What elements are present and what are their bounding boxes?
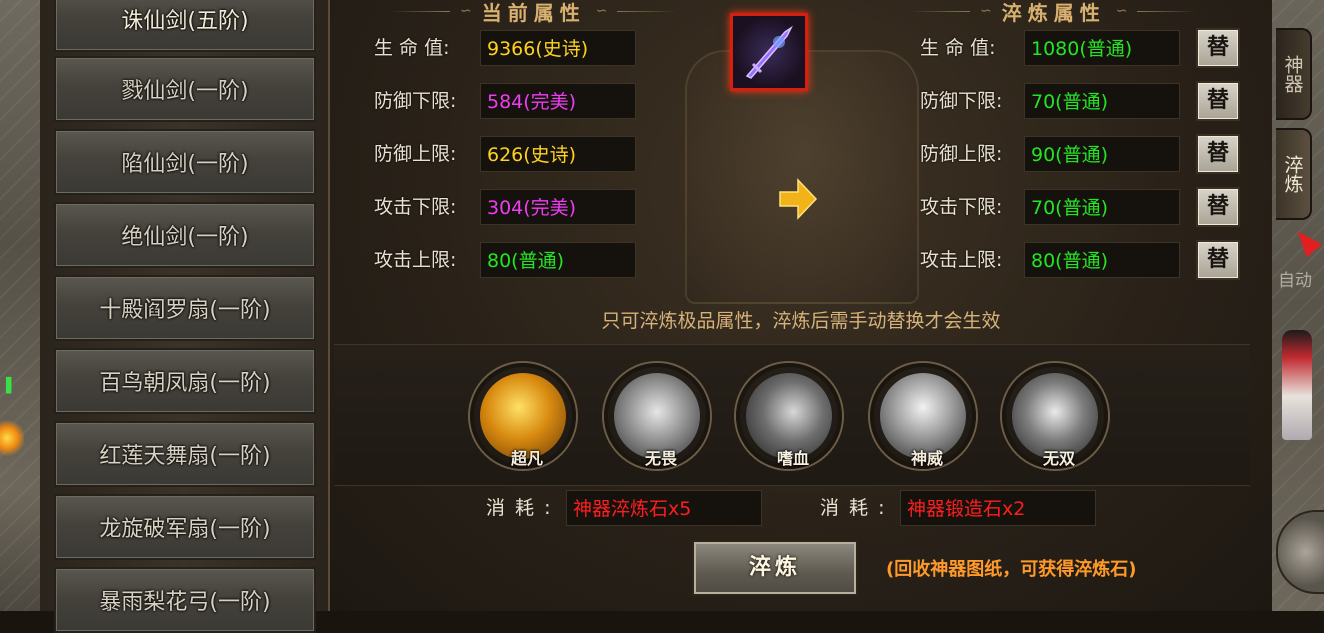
replace-atk-min-button[interactable]: 替	[1196, 187, 1240, 227]
npc-character	[1282, 330, 1312, 440]
refine-button[interactable]: 淬炼	[692, 540, 858, 596]
current-def-min-label: 防御下限:	[374, 90, 457, 112]
tab-refine[interactable]: 淬炼	[1276, 128, 1312, 220]
weapon-item-xianxian[interactable]: 陷仙剑(一阶)	[54, 129, 316, 195]
current-hp-label: 生 命 值:	[374, 37, 450, 59]
tab-artifact[interactable]: 神器	[1276, 28, 1312, 120]
skill-wushuang-label: 无双	[1042, 449, 1075, 468]
cost-value-2: 神器锻造石x2	[900, 490, 1096, 526]
skill-chaofan-label: 超凡	[510, 449, 543, 468]
refined-atk-min-label: 攻击下限:	[920, 196, 1003, 218]
weapon-list: 诛仙剑(五阶) 戮仙剑(一阶) 陷仙剑(一阶) 绝仙剑(一阶) 十殿阎罗扇(一阶…	[40, 0, 330, 633]
current-atk-max-value: 80(普通)	[480, 242, 636, 278]
weapon-item-luxian[interactable]: 戮仙剑(一阶)	[54, 56, 316, 122]
pointer-arrow-icon	[1289, 224, 1323, 258]
weapon-item-zhuxian[interactable]: 诛仙剑(五阶)	[54, 0, 316, 52]
refined-atk-min-value: 70(普通)	[1024, 189, 1180, 225]
refine-panel: ∽ 当前属性 ∽ ∽ 淬炼属性 ∽ 生 命 值: 9366(史诗) 防御下限: 584(…	[330, 0, 1272, 611]
current-atk-min-label: 攻击下限:	[374, 196, 457, 218]
refined-atk-max-value: 80(普通)	[1024, 242, 1180, 278]
replace-def-min-button[interactable]: 替	[1196, 81, 1240, 121]
current-def-max-value: 626(史诗)	[480, 136, 636, 172]
refine-hint: 只可淬炼极品属性，淬炼后需手动替换才会生效	[601, 310, 1001, 332]
current-atk-min-value: 304(完美)	[480, 189, 636, 225]
skill-shixue[interactable]: 嗜血	[736, 363, 842, 469]
skill-panel: 超凡 无畏 嗜血 神威 无双	[334, 344, 1250, 486]
refined-def-min-label: 防御下限:	[920, 90, 1003, 112]
current-def-min-value: 584(完美)	[480, 83, 636, 119]
refined-hp-label: 生 命 值:	[920, 37, 996, 59]
weapon-item-longxuan[interactable]: 龙旋破军扇(一阶)	[54, 494, 316, 560]
world-marker: ▌	[6, 378, 17, 394]
current-stats-title-text: 当前属性	[481, 0, 586, 25]
refined-def-max-value: 90(普通)	[1024, 136, 1180, 172]
world-fire-effect	[0, 418, 24, 458]
weapon-item-baoyu[interactable]: 暴雨梨花弓(一阶)	[54, 567, 316, 633]
skill-wuwei[interactable]: 无畏	[604, 363, 710, 469]
refined-atk-max-label: 攻击上限:	[920, 249, 1003, 271]
replace-def-max-button[interactable]: 替	[1196, 134, 1240, 174]
artifact-icon[interactable]	[730, 13, 808, 91]
skill-shenwei-label: 神威	[910, 449, 943, 468]
replace-hp-button[interactable]: 替	[1196, 28, 1240, 68]
skill-wuwei-label: 无畏	[644, 449, 677, 468]
weapon-item-honglian[interactable]: 红莲天舞扇(一阶)	[54, 421, 316, 487]
skill-wushuang[interactable]: 无双	[1002, 363, 1108, 469]
refined-def-min-value: 70(普通)	[1024, 83, 1180, 119]
recycle-note: (回收神器图纸，可获得淬炼石)	[886, 559, 1137, 580]
side-panel: 神器 淬炼 自动	[1272, 0, 1324, 611]
replace-atk-max-button[interactable]: 替	[1196, 240, 1240, 280]
current-hp-value: 9366(史诗)	[480, 30, 636, 66]
refined-def-max-label: 防御上限:	[920, 143, 1003, 165]
auto-label: 自动	[1278, 271, 1312, 291]
current-atk-max-label: 攻击上限:	[374, 249, 457, 271]
skill-chaofan[interactable]: 超凡	[470, 363, 576, 469]
skill-shenwei[interactable]: 神威	[870, 363, 976, 469]
current-stats-title: ∽ 当前属性 ∽	[390, 0, 678, 25]
cost-value-1: 神器淬炼石x5	[566, 490, 762, 526]
side-round-button[interactable]	[1276, 510, 1324, 594]
weapon-item-bainiao[interactable]: 百鸟朝凤扇(一阶)	[54, 348, 316, 414]
refined-stats-title-text: 淬炼属性	[1001, 0, 1106, 25]
cost-label-1: 消 耗 :	[486, 497, 553, 519]
refined-hp-value: 1080(普通)	[1024, 30, 1180, 66]
game-world-left: ▌	[0, 0, 40, 611]
sword-icon	[745, 25, 793, 79]
refined-stats-title: ∽ 淬炼属性 ∽	[910, 0, 1198, 25]
arrow-right-icon	[779, 178, 818, 220]
weapon-item-shidian[interactable]: 十殿阎罗扇(一阶)	[54, 275, 316, 341]
skill-shixue-label: 嗜血	[776, 449, 809, 468]
weapon-item-juexian[interactable]: 绝仙剑(一阶)	[54, 202, 316, 268]
current-def-max-label: 防御上限:	[374, 143, 457, 165]
cost-label-2: 消 耗 :	[820, 497, 887, 519]
